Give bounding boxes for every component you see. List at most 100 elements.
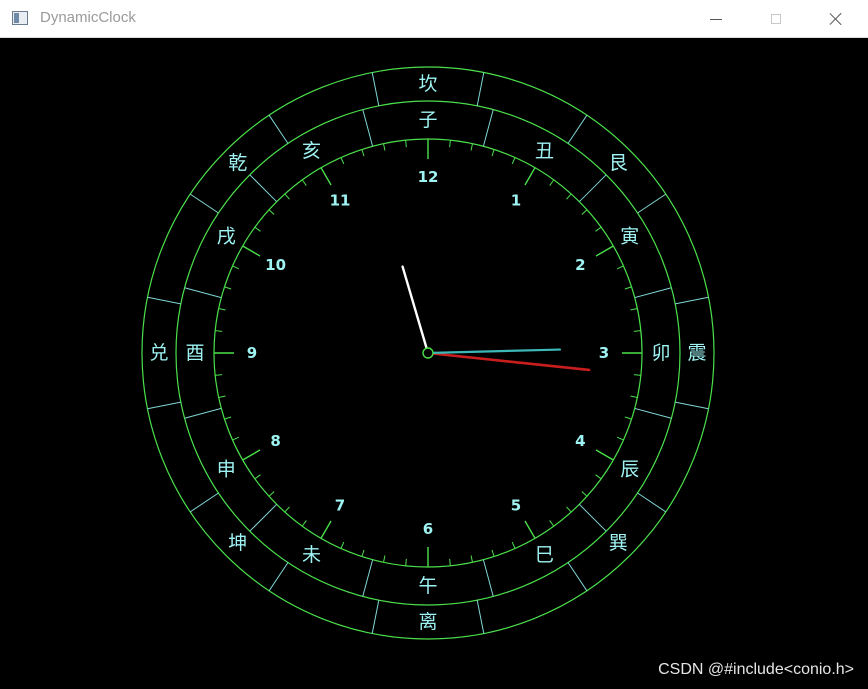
outer-divider [476,600,485,634]
second-hand [426,351,591,372]
minute-tick [511,157,516,165]
outer-divider [675,296,709,305]
close-icon [829,12,843,26]
branch-label: 戌 [217,226,236,248]
trigram-label: 兑 [149,342,168,364]
minute-tick [449,558,451,566]
trigram-label: 巽 [609,532,628,554]
hour-number: 4 [575,432,585,450]
middle-divider [634,407,672,419]
minute-tick [224,286,232,290]
outer-divider [567,114,588,144]
middle-divider [362,559,374,597]
trigram-label: 坎 [418,73,437,95]
hour-number: 9 [247,344,257,362]
minute-tick [595,226,602,232]
minute-tick [405,140,407,148]
hour-number: 2 [575,256,585,274]
minute-tick [624,416,632,420]
middle-divider [184,287,222,299]
minute-hand [401,265,430,355]
branch-label: 申 [217,459,236,481]
hour-tick [320,167,332,186]
minute-tick [549,520,555,527]
trigram-label: 震 [687,342,706,364]
minute-tick [549,179,555,186]
minute-tick [595,474,602,480]
hour-number: 12 [418,168,439,186]
branch-label: 亥 [302,140,321,162]
clock-canvas: 坎艮震巽离坤兑乾子丑寅卯辰巳午未申酉戌亥 12 1 2 3 4 5 6 7 8 9 10 11 [4,39,864,689]
branch-label: 子 [418,109,437,131]
outer-divider [147,296,181,305]
trigram-label: 坤 [228,532,247,554]
minute-tick [268,209,275,215]
middle-divider [184,407,222,419]
hour-tick [595,449,614,461]
minute-tick [215,330,223,332]
minute-tick [630,395,638,398]
minute-tick [254,226,261,232]
middle-divider [634,287,672,299]
trigram-label: 乾 [228,152,247,174]
branch-label: 未 [302,544,321,566]
maximize-icon [771,14,781,24]
minute-tick [511,541,516,549]
minute-tick [633,330,641,332]
hour-number: 3 [599,344,609,362]
minute-tick [581,491,588,497]
outer-divider [371,72,380,106]
branch-label: 巳 [535,544,554,566]
outer-divider [567,562,588,592]
clock-face: 坎艮震巽离坤兑乾子丑寅卯辰巳午未申酉戌亥121234567891011 [141,66,715,640]
title-bar[interactable]: DynamicClock [0,0,868,38]
hour-tick [524,520,536,539]
outer-divider [371,600,380,634]
close-button[interactable] [806,0,866,38]
outer-divider [189,492,219,513]
middle-divider [578,174,607,203]
middle-divider [249,174,278,203]
branch-label: 丑 [535,140,554,162]
minute-tick [268,491,275,497]
hour-number: 10 [265,256,286,274]
hour-number: 8 [270,432,280,450]
minimize-icon [710,18,722,20]
minute-tick [361,149,365,157]
minute-tick [215,374,223,376]
outer-divider [476,72,485,106]
hour-tick [242,245,261,257]
minute-tick [224,416,232,420]
branch-label: 寅 [620,226,639,248]
minute-tick [633,374,641,376]
trigram-label: 离 [418,611,437,633]
maximize-button[interactable] [746,0,806,38]
outer-divider [637,492,667,513]
minute-tick [218,395,226,398]
outer-divider [675,401,709,410]
minute-tick [340,157,345,165]
minute-tick [383,143,386,151]
outer-divider [189,193,219,214]
minute-tick [383,555,386,563]
hour-number: 6 [423,520,433,538]
minute-tick [566,193,572,200]
branch-label: 卯 [651,342,670,364]
minute-tick [301,179,307,186]
middle-divider [482,559,494,597]
watermark: CSDN @#include<conio.h> [658,661,854,678]
branch-label: 辰 [620,459,639,481]
minimize-button[interactable] [686,0,746,38]
minute-tick [470,555,473,563]
minute-tick [340,541,345,549]
outer-divider [637,193,667,214]
clock-window: DynamicClock 坎艮震巽离坤兑乾子丑寅卯辰巳午未申酉戌亥 12 1 2 3 4 5… [0,0,868,689]
minute-tick [630,308,638,311]
minute-tick [449,140,451,148]
middle-divider [578,503,607,532]
minute-tick [405,558,407,566]
trigram-label: 艮 [609,152,628,174]
minute-tick [232,436,240,441]
outer-divider [268,114,289,144]
hour-number: 7 [335,496,345,514]
